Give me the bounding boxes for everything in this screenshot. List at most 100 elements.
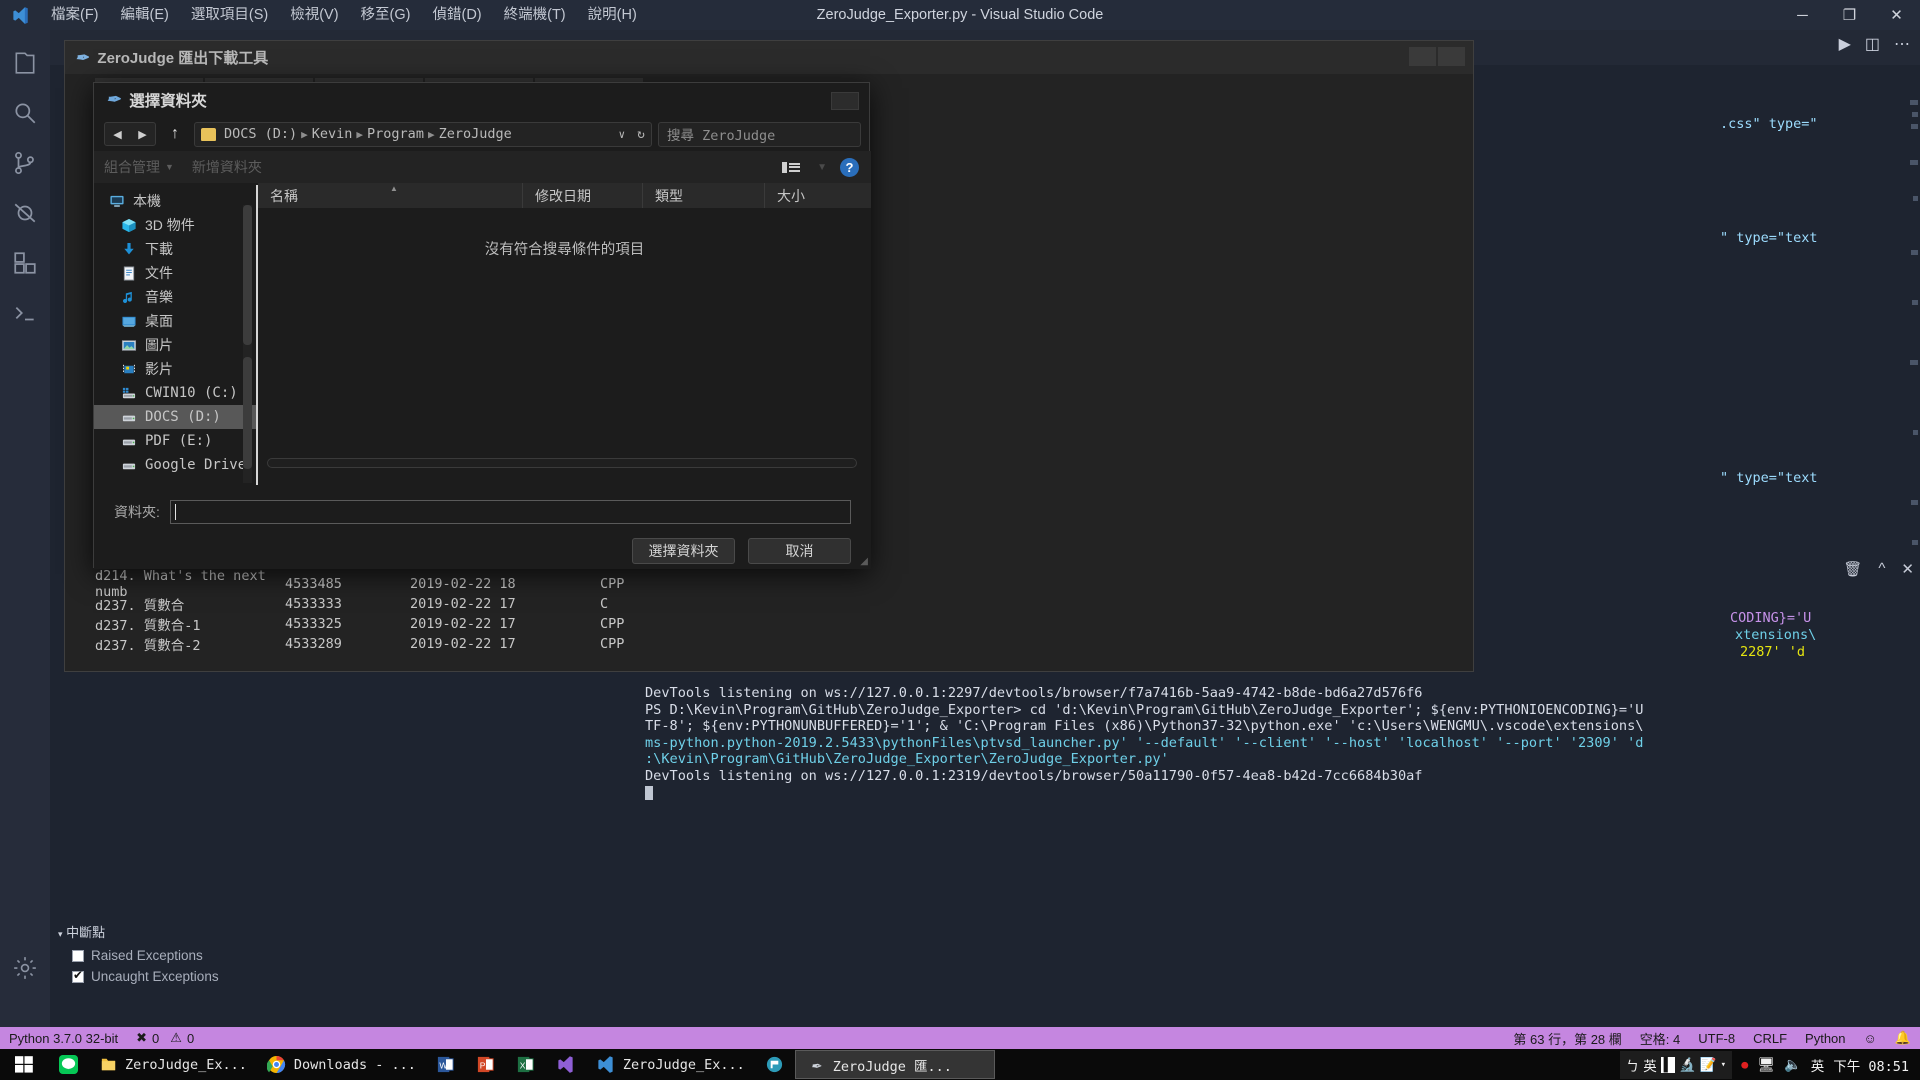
- sidebar-scrollbar-thumb[interactable]: [243, 205, 252, 345]
- debug-icon[interactable]: [0, 188, 50, 238]
- terminal-output[interactable]: DevTools listening on ws://127.0.0.1:229…: [645, 685, 1920, 800]
- sidebar-item-3d-objects[interactable]: 3D 物件: [94, 213, 257, 237]
- taskbar-powerpoint[interactable]: P: [466, 1049, 506, 1080]
- breadcrumb[interactable]: DOCS (D:) ▶ Kevin ▶ Program ▶ ZeroJudge …: [194, 122, 652, 147]
- menu-file[interactable]: 檔案(F): [40, 0, 110, 30]
- taskbar-line[interactable]: [48, 1049, 88, 1080]
- source-control-icon[interactable]: [0, 138, 50, 188]
- app-minimize-button[interactable]: [1409, 47, 1436, 66]
- breadcrumb-item-2[interactable]: Program: [367, 126, 424, 142]
- taskbar-word[interactable]: W: [426, 1049, 466, 1080]
- sidebar-item-downloads[interactable]: 下載: [94, 237, 257, 261]
- breadcrumb-item-1[interactable]: Kevin: [312, 126, 353, 142]
- column-header-size[interactable]: 大小: [765, 183, 870, 208]
- file-list-horizontal-scrollbar[interactable]: [267, 458, 857, 468]
- taskbar-vscode-zerojudge[interactable]: ZeroJudge_Ex...: [586, 1049, 755, 1080]
- clock[interactable]: 下午 08:51: [1833, 1055, 1909, 1075]
- table-row[interactable]: d237. 質數合-1 4533325 2019-02-22 17 CPP: [95, 614, 795, 634]
- help-icon[interactable]: ?: [840, 158, 859, 177]
- app-maximize-button[interactable]: [1438, 47, 1465, 66]
- organize-menu[interactable]: 組合管理▼: [104, 157, 174, 177]
- breakpoint-raised-exceptions[interactable]: Raised Exceptions: [50, 945, 630, 966]
- close-button[interactable]: ✕: [1873, 0, 1920, 30]
- menu-edit[interactable]: 編輯(E): [110, 0, 180, 30]
- chevron-down-icon[interactable]: ∨: [619, 128, 626, 141]
- back-button[interactable]: ◀: [105, 123, 130, 145]
- table-row[interactable]: d237. 質數合-2 4533289 2019-02-22 17 CPP: [95, 634, 795, 654]
- menu-selection[interactable]: 選取項目(S): [180, 0, 279, 30]
- ime-indicator[interactable]: ㄅ 英 ▌ 🔬 📝 ▾: [1620, 1051, 1732, 1079]
- explorer-icon[interactable]: [0, 38, 50, 88]
- settings-gear-icon[interactable]: [0, 943, 50, 993]
- taskbar-chrome-downloads[interactable]: Downloads - ...: [257, 1049, 426, 1080]
- resize-grip[interactable]: ◢: [860, 556, 868, 567]
- ime-keyboard-icon[interactable]: ㄅ: [1626, 1055, 1640, 1075]
- cancel-button[interactable]: 取消: [748, 538, 851, 564]
- column-header-type[interactable]: 類型: [643, 183, 765, 208]
- column-header-date-modified[interactable]: 修改日期: [523, 183, 643, 208]
- tray-lang[interactable]: 英: [1811, 1055, 1825, 1075]
- search-input[interactable]: 搜尋 ZeroJudge: [658, 122, 861, 147]
- sidebar-item-music[interactable]: 音樂: [94, 285, 257, 309]
- sidebar-item-google-drive[interactable]: Google Drive: [94, 453, 257, 477]
- sidebar-scrollbar-thumb-2[interactable]: [243, 357, 252, 469]
- new-folder-button[interactable]: 新增資料夾: [192, 157, 262, 177]
- menu-view[interactable]: 檢視(V): [279, 0, 349, 30]
- volume-icon[interactable]: 🔈: [1784, 1057, 1801, 1073]
- sidebar-item-documents[interactable]: 文件: [94, 261, 257, 285]
- dialog-minimize-button[interactable]: [831, 92, 859, 110]
- status-indentation[interactable]: 空格: 4: [1631, 1027, 1689, 1049]
- breakpoints-header[interactable]: ▾ 中斷點: [50, 918, 630, 945]
- breadcrumb-item-3[interactable]: ZeroJudge: [439, 126, 512, 142]
- run-icon[interactable]: ▶: [1839, 34, 1851, 54]
- extensions-icon[interactable]: [0, 238, 50, 288]
- chevron-up-icon[interactable]: ^: [1878, 560, 1885, 578]
- column-header-name[interactable]: ▲ 名稱: [258, 183, 523, 208]
- breadcrumb-item-0[interactable]: DOCS (D:): [224, 126, 297, 142]
- uncaught-exceptions-checkbox[interactable]: [72, 971, 84, 983]
- remote-explorer-icon[interactable]: [0, 288, 50, 338]
- table-row[interactable]: d214. What's the next numb 4533485 2019-…: [95, 574, 795, 594]
- status-language-mode[interactable]: Python: [1796, 1027, 1854, 1049]
- taskbar-python-shell[interactable]: [755, 1049, 795, 1080]
- sidebar-item-desktop[interactable]: 桌面: [94, 309, 257, 333]
- taskbar-zerojudge-exporter[interactable]: ✒ ZeroJudge 匯...: [795, 1050, 995, 1079]
- more-actions-icon[interactable]: ⋯: [1894, 34, 1910, 54]
- file-list-pane[interactable]: ▲ 名稱 修改日期 類型 大小 沒有符合搜尋條件的項目: [258, 183, 871, 488]
- sidebar-item-pdf-e[interactable]: PDF (E:): [94, 429, 257, 453]
- notifications-bell-icon[interactable]: 🔔: [1886, 1027, 1920, 1049]
- sidebar-item-cwin10-c[interactable]: CWIN10 (C:): [94, 381, 257, 405]
- ime-tools-icon[interactable]: 🔬: [1679, 1057, 1696, 1073]
- menu-help[interactable]: 說明(H): [577, 0, 648, 30]
- sidebar-item-pictures[interactable]: 圖片: [94, 333, 257, 357]
- raised-exceptions-checkbox[interactable]: [72, 950, 84, 962]
- menu-go[interactable]: 移至(G): [350, 0, 422, 30]
- sidebar-scrollbar[interactable]: [243, 205, 252, 483]
- forward-button[interactable]: ▶: [130, 123, 155, 145]
- close-panel-icon[interactable]: ✕: [1901, 560, 1914, 578]
- status-problems[interactable]: ✖0 ⚠0: [127, 1027, 203, 1049]
- menu-debug[interactable]: 偵錯(D): [421, 0, 492, 30]
- sidebar-item-videos[interactable]: 影片: [94, 357, 257, 381]
- breakpoint-uncaught-exceptions[interactable]: Uncaught Exceptions: [50, 966, 630, 987]
- ime-pad-icon[interactable]: 📝: [1700, 1057, 1717, 1073]
- search-icon[interactable]: [0, 88, 50, 138]
- status-encoding[interactable]: UTF-8: [1689, 1027, 1744, 1049]
- refresh-icon[interactable]: ↻: [629, 127, 645, 142]
- monitor-icon[interactable]: 🖥: [1758, 1057, 1776, 1073]
- ime-fullwidth-icon[interactable]: ▌: [1661, 1057, 1675, 1073]
- split-editor-icon[interactable]: ◫: [1865, 34, 1880, 54]
- ime-mode[interactable]: 英: [1643, 1055, 1657, 1075]
- chevron-down-icon[interactable]: ▼: [817, 162, 827, 173]
- taskbar-vscode-insiders[interactable]: [546, 1049, 586, 1080]
- maximize-button[interactable]: ❐: [1826, 0, 1873, 30]
- up-button[interactable]: ↑: [162, 122, 188, 146]
- security-icon[interactable]: ⏺: [1741, 1056, 1749, 1074]
- sidebar-item-docs-d[interactable]: DOCS (D:): [94, 405, 257, 429]
- minimap[interactable]: [1910, 100, 1918, 560]
- sidebar-item-this-pc[interactable]: 本機: [94, 189, 257, 213]
- taskbar-explorer-zerojudge[interactable]: ZeroJudge_Ex...: [88, 1049, 257, 1080]
- app-problem-list[interactable]: d214. What's the next numb 4533485 2019-…: [95, 574, 795, 654]
- menu-terminal[interactable]: 終端機(T): [493, 0, 577, 30]
- status-python-version[interactable]: Python 3.7.0 32-bit: [0, 1027, 127, 1049]
